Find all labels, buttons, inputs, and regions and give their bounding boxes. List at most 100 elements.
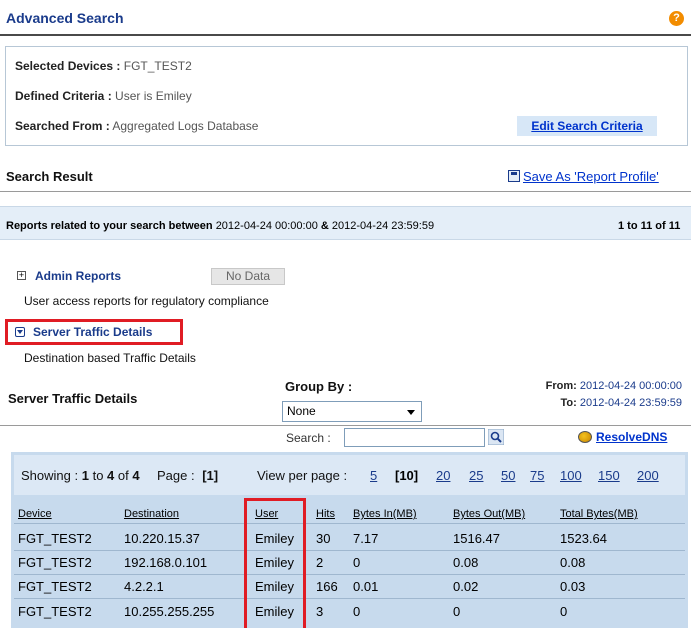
column-header-bytes-out[interactable]: Bytes Out(MB) [453, 508, 525, 520]
from-label: From: [545, 380, 577, 392]
report-count: 1 to 11 of 11 [618, 220, 681, 232]
page-value: [1] [202, 468, 219, 483]
admin-reports-link[interactable]: Admin Reports [35, 269, 121, 283]
showing-info: Showing : 1 to 4 of 4 [21, 468, 140, 483]
searched-from-row: Searched From : Aggregated Logs Database [15, 119, 258, 133]
column-header-device[interactable]: Device [18, 508, 52, 520]
page-title: Advanced Search [6, 10, 124, 26]
collapse-icon[interactable] [15, 327, 25, 337]
save-icon [508, 170, 520, 182]
defined-criteria-value: User is Emiley [115, 89, 192, 103]
row-separator [14, 574, 685, 575]
header-separator [14, 523, 685, 524]
cell-hits: 3 [316, 604, 324, 619]
cell-device: FGT_TEST2 [18, 579, 92, 594]
report-range-prefix: Reports related to your search between [6, 220, 213, 232]
cell-bytes-out: 1516.47 [453, 531, 500, 546]
cell-bytes-out: 0.08 [453, 555, 479, 570]
per-page-option[interactable]: 75 [530, 468, 544, 483]
resolve-dns-icon [578, 431, 592, 443]
column-header-destination[interactable]: Destination [124, 508, 179, 520]
group-by-select[interactable]: None [282, 401, 422, 422]
search-icon[interactable] [488, 429, 504, 445]
per-page-option[interactable]: 25 [469, 468, 483, 483]
from-value: 2012-04-24 00:00:00 [579, 380, 682, 392]
cell-total-bytes: 0 [560, 604, 568, 619]
defined-criteria-label: Defined Criteria : [15, 89, 112, 103]
from-range: From: 2012-04-24 00:00:00 [546, 380, 682, 392]
cell-bytes-in: 7.17 [353, 531, 379, 546]
cell-destination: 10.255.255.255 [124, 604, 215, 619]
showing-total: 4 [132, 468, 140, 483]
cell-bytes-out: 0 [453, 604, 461, 619]
admin-reports-description: User access reports for regulatory compl… [24, 294, 269, 308]
view-per-page-label: View per page : [257, 468, 348, 483]
server-traffic-details-link[interactable]: Server Traffic Details [33, 325, 152, 339]
per-page-option[interactable]: 50 [501, 468, 515, 483]
showing-of: of [117, 468, 129, 483]
save-as-report-profile-link[interactable]: Save As 'Report Profile' [508, 169, 659, 184]
cell-hits: 2 [316, 555, 324, 570]
chevron-down-icon [407, 410, 415, 415]
showing-end: 4 [107, 468, 115, 483]
divider [0, 191, 691, 192]
divider [0, 425, 691, 426]
cell-bytes-out: 0.02 [453, 579, 479, 594]
help-icon[interactable]: ? [669, 11, 684, 26]
cell-destination: 192.168.0.101 [124, 555, 208, 570]
per-page-option-current: [10] [395, 468, 419, 483]
cell-total-bytes: 1523.64 [560, 531, 607, 546]
selected-devices-row: Selected Devices : FGT_TEST2 [15, 59, 192, 73]
save-as-report-profile-label: Save As 'Report Profile' [523, 169, 659, 184]
cell-hits: 166 [316, 579, 338, 594]
column-header-bytes-in[interactable]: Bytes In(MB) [353, 508, 417, 520]
searched-from-label: Searched From : [15, 119, 110, 133]
cell-destination: 4.2.2.1 [124, 579, 164, 594]
selected-devices-label: Selected Devices : [15, 59, 121, 73]
column-header-total-bytes[interactable]: Total Bytes(MB) [560, 508, 638, 520]
row-separator [14, 550, 685, 551]
cell-device: FGT_TEST2 [18, 555, 92, 570]
cell-total-bytes: 0.08 [560, 555, 586, 570]
page-label: Page : [157, 468, 195, 483]
defined-criteria-row: Defined Criteria : User is Emiley [15, 89, 192, 103]
showing-prefix: Showing : [21, 468, 79, 483]
no-data-badge: No Data [211, 268, 285, 285]
column-header-hits[interactable]: Hits [316, 508, 335, 520]
group-by-value: None [287, 404, 316, 418]
per-page-option[interactable]: 200 [637, 468, 659, 483]
search-input[interactable] [344, 428, 485, 447]
page-indicator: Page : [1] [157, 468, 218, 483]
server-traffic-description: Destination based Traffic Details [24, 351, 196, 365]
user-column-highlight [244, 498, 306, 628]
per-page-option[interactable]: 20 [436, 468, 450, 483]
search-label: Search : [286, 431, 331, 445]
per-page-option[interactable]: 5 [370, 468, 377, 483]
showing-to: to [92, 468, 104, 483]
showing-start: 1 [81, 468, 89, 483]
cell-bytes-in: 0 [353, 555, 361, 570]
report-range-end: 2012-04-24 23:59:59 [331, 220, 435, 232]
cell-total-bytes: 0.03 [560, 579, 586, 594]
to-range: To: 2012-04-24 23:59:59 [560, 397, 682, 409]
cell-bytes-in: 0 [353, 604, 361, 619]
edit-search-criteria-button[interactable]: Edit Search Criteria [517, 116, 657, 136]
row-separator [14, 598, 685, 599]
search-result-title: Search Result [6, 169, 93, 184]
to-value: 2012-04-24 23:59:59 [579, 397, 682, 409]
per-page-option[interactable]: 100 [560, 468, 582, 483]
per-page-option[interactable]: 150 [598, 468, 620, 483]
cell-destination: 10.220.15.37 [124, 531, 200, 546]
cell-bytes-in: 0.01 [353, 579, 379, 594]
report-range-text: Reports related to your search between 2… [6, 220, 434, 232]
expand-icon[interactable]: + [17, 271, 26, 280]
group-by-label: Group By : [285, 379, 353, 394]
searched-from-value: Aggregated Logs Database [112, 119, 259, 133]
report-range-amp: & [320, 220, 329, 232]
to-label: To: [560, 397, 577, 409]
cell-device: FGT_TEST2 [18, 531, 92, 546]
section-title: Server Traffic Details [8, 391, 138, 406]
selected-devices-value: FGT_TEST2 [123, 59, 192, 73]
report-range-start: 2012-04-24 00:00:00 [215, 220, 318, 232]
resolve-dns-link[interactable]: ResolveDNS [596, 430, 667, 444]
